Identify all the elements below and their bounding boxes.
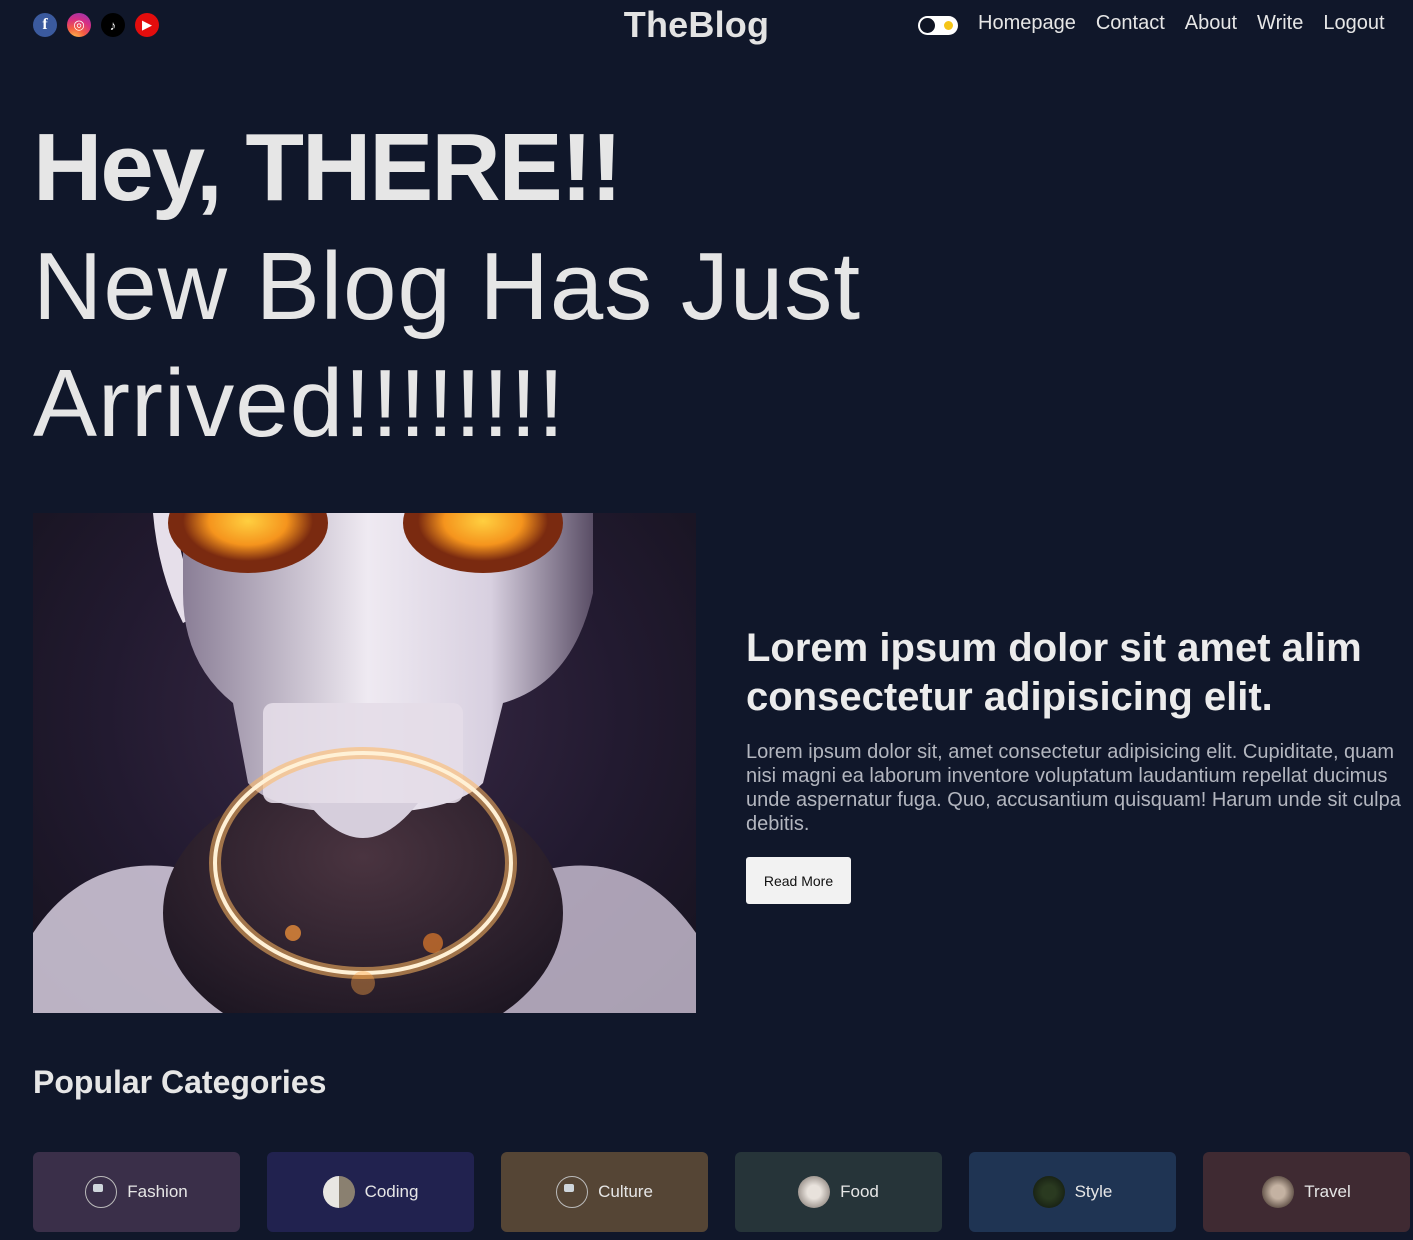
hero-subtitle-line1: New Blog Has Just xyxy=(33,233,861,340)
category-coding[interactable]: Coding xyxy=(267,1152,474,1232)
category-label: Style xyxy=(1074,1182,1113,1201)
theme-toggle[interactable] xyxy=(918,16,958,35)
hero-greeting: Hey, THERE!! xyxy=(33,114,623,221)
category-fashion[interactable]: Fashion xyxy=(33,1152,240,1232)
category-thumbnail xyxy=(85,1176,118,1208)
category-label: Culture xyxy=(598,1182,653,1201)
hero-subtitle-line2: Arrived!!!!!!!! xyxy=(33,350,566,457)
category-culture[interactable]: Culture xyxy=(501,1152,708,1232)
category-thumbnail xyxy=(322,1176,355,1208)
category-label: Food xyxy=(840,1182,879,1201)
category-label: Coding xyxy=(364,1182,419,1201)
category-label: Travel xyxy=(1304,1182,1351,1201)
read-more-button[interactable]: Read More xyxy=(746,857,851,904)
category-thumbnail xyxy=(1032,1176,1065,1208)
featured-post-title: Lorem ipsum dolor sit amet alim consecte… xyxy=(746,626,1362,719)
nav-links: Homepage Contact About Write Logout xyxy=(978,12,1385,35)
nav-link-write[interactable]: Write xyxy=(1257,12,1303,35)
category-thumbnail xyxy=(556,1176,589,1208)
category-label: Fashion xyxy=(127,1182,188,1201)
nav-link-logout[interactable]: Logout xyxy=(1323,12,1384,35)
category-food[interactable]: Food xyxy=(735,1152,942,1232)
navbar: f ◎ ♪ ▶ TheBlog Homepage Contact About W… xyxy=(0,0,1413,52)
category-travel[interactable]: Travel xyxy=(1203,1152,1410,1232)
sun-icon xyxy=(944,21,953,30)
hero-title: Hey, THERE!! New Blog Has Just Arrived!!… xyxy=(33,110,1333,462)
nav-link-contact[interactable]: Contact xyxy=(1096,12,1165,35)
category-thumbnail xyxy=(1262,1176,1295,1208)
toggle-knob xyxy=(920,18,935,33)
nav-link-about[interactable]: About xyxy=(1185,12,1237,35)
featured-post-description: Lorem ipsum dolor sit, amet consectetur … xyxy=(746,741,1401,835)
nav-link-homepage[interactable]: Homepage xyxy=(978,12,1076,35)
category-style[interactable]: Style xyxy=(969,1152,1176,1232)
categories-heading: Popular Categories xyxy=(33,1064,327,1100)
featured-post-image[interactable] xyxy=(33,513,696,1013)
category-thumbnail xyxy=(798,1176,831,1208)
robot-illustration xyxy=(33,513,696,1013)
category-list: Fashion Coding Culture Food Style Travel xyxy=(33,1152,1410,1232)
